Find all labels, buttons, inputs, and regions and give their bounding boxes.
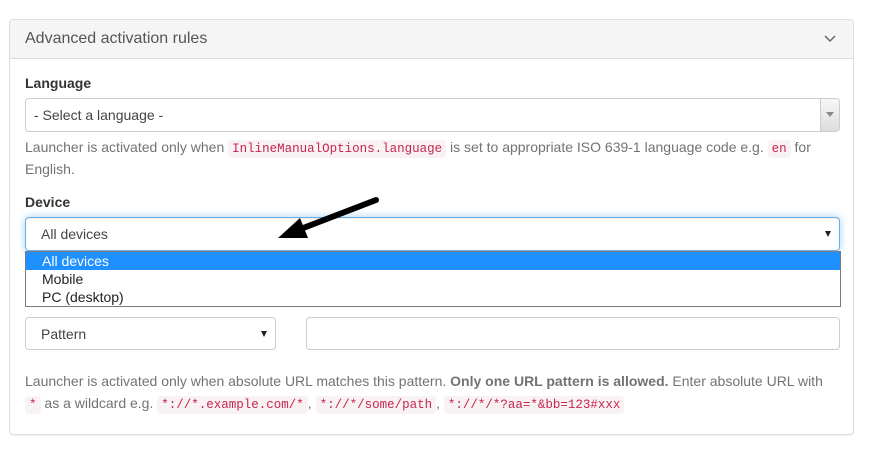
annotation-arrow-icon (278, 197, 379, 238)
code-inline-example-1: *://*.example.com/* (157, 396, 308, 414)
device-option-mobile[interactable]: Mobile (26, 270, 840, 288)
url-match-type-value: Pattern (41, 326, 87, 342)
device-option-pc[interactable]: PC (desktop) (26, 288, 840, 306)
device-select-value: All devices (41, 226, 108, 242)
caret-down-icon (261, 331, 267, 337)
device-select[interactable]: All devices (25, 217, 840, 251)
language-select-arrow[interactable] (820, 99, 839, 131)
device-label: Device (25, 194, 71, 210)
url-help-text: Launcher is activated only when absolute… (25, 373, 823, 414)
language-select-value: - Select a language - (34, 107, 164, 123)
code-inline-en: en (767, 140, 791, 158)
language-select[interactable]: - Select a language - (25, 98, 840, 132)
panel-heading[interactable]: Advanced activation rules (10, 20, 853, 59)
language-label: Language (25, 75, 92, 91)
language-help-text: Launcher is activated only when InlineMa… (25, 139, 811, 177)
url-match-type-select[interactable]: Pattern (25, 317, 276, 350)
code-inline-wildcard: * (25, 396, 41, 414)
device-option-all[interactable]: All devices (26, 252, 840, 270)
caret-down-icon (825, 231, 831, 237)
code-inline-example-3: *://*/*?aa=*&bb=123#xxx (443, 396, 625, 414)
chevron-down-icon[interactable] (823, 34, 837, 44)
code-inline-example-2: *://*/some/path (315, 396, 437, 414)
code-inline-language-option: InlineManualOptions.language (228, 140, 447, 158)
caret-down-icon (826, 112, 834, 117)
url-pattern-input[interactable] (306, 317, 840, 350)
panel-title: Advanced activation rules (25, 30, 208, 47)
device-dropdown-list: All devices Mobile PC (desktop) (25, 251, 841, 307)
